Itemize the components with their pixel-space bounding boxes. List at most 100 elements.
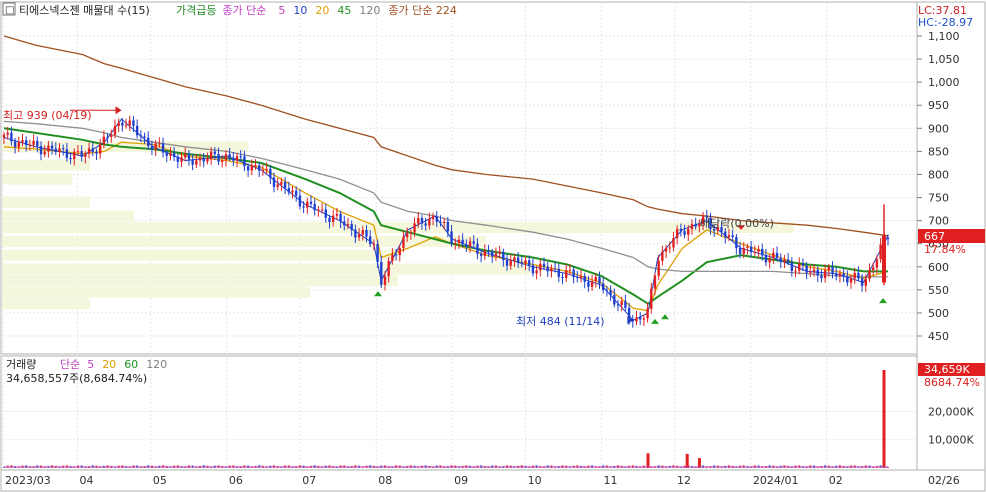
candle-body	[50, 145, 54, 149]
candle-body	[465, 244, 468, 247]
candle-body	[54, 148, 57, 152]
vol-y-tick-0: 20,000K	[928, 405, 974, 418]
candle-body	[879, 244, 882, 260]
candle-body	[147, 137, 150, 147]
candle-body	[435, 216, 438, 222]
candle-body	[354, 229, 357, 238]
volume-profile-bin	[2, 173, 73, 185]
legend-item-7[interactable]: 종가 단순 224	[388, 4, 456, 17]
y-tick-12: 500	[928, 307, 949, 320]
candle-body	[6, 132, 9, 135]
legend-item-3[interactable]: 10	[293, 4, 307, 17]
candle-body	[150, 146, 154, 150]
candle-body	[21, 140, 24, 143]
volume-profile-bin	[2, 222, 794, 234]
candle-body	[454, 242, 457, 244]
candle-body	[820, 275, 823, 279]
candle-body	[58, 148, 61, 152]
volume-legend-item-2[interactable]: 20	[102, 358, 116, 371]
candle-body	[343, 221, 346, 226]
candle-body	[258, 165, 261, 171]
candle-body	[228, 154, 231, 158]
candle-body	[380, 261, 383, 285]
candle-body	[638, 317, 642, 320]
volume-legend-item-1[interactable]: 5	[87, 358, 94, 371]
candle-body	[217, 153, 220, 162]
candle-body	[47, 145, 50, 152]
volume-profile-bin	[2, 235, 486, 247]
candle-body	[143, 136, 146, 138]
candle-body	[446, 221, 450, 232]
candle-body	[816, 269, 819, 276]
candle-body	[646, 308, 649, 319]
candle-body	[243, 156, 246, 167]
candle-body	[221, 160, 224, 162]
candle-body	[613, 295, 616, 305]
legend-item-0[interactable]: 가격급등	[176, 4, 216, 17]
candle-body	[169, 153, 172, 156]
candle-body	[224, 154, 228, 161]
candle-body	[687, 228, 690, 235]
candle-body	[498, 251, 501, 254]
legend-item-2[interactable]: 5	[278, 4, 285, 17]
legend-item-5[interactable]: 45	[337, 4, 351, 17]
candle-body	[542, 263, 546, 267]
x-tick-12: 02/26	[928, 474, 960, 487]
candle-body	[661, 251, 664, 261]
candle-body	[439, 221, 442, 223]
candle-body	[161, 143, 165, 153]
candle-body	[202, 157, 205, 162]
candle-body	[764, 255, 768, 263]
legend-item-1[interactable]: 종가 단순	[222, 4, 266, 17]
volume-legend-item-3[interactable]: 60	[124, 358, 138, 371]
volume-legend-item-4[interactable]: 120	[146, 358, 167, 371]
y-tick-3: 950	[928, 99, 949, 112]
y-tick-11: 550	[928, 284, 949, 297]
price-panel-frame	[0, 1, 918, 355]
candle-body	[261, 170, 265, 172]
candle-body	[291, 190, 294, 193]
candle-body	[550, 268, 553, 272]
candle-body	[383, 276, 387, 285]
candle-body	[442, 221, 446, 223]
y-tick-10: 600	[928, 261, 949, 274]
candle-body	[620, 301, 623, 306]
candle-body	[298, 195, 302, 207]
candle-body	[209, 151, 213, 159]
legend-item-4[interactable]: 20	[315, 4, 329, 17]
candle-body	[842, 273, 845, 277]
candle-body	[154, 143, 157, 150]
candle-body	[576, 276, 579, 278]
candle-body	[546, 266, 549, 272]
candle-body	[616, 304, 620, 306]
candle-body	[405, 233, 409, 238]
candle-body	[572, 269, 575, 277]
stock-chart: 1,1001,0501,0009509008508007507006506005…	[0, 1, 986, 492]
candle-body	[520, 262, 524, 264]
legend-item-6[interactable]: 120	[359, 4, 380, 17]
candle-body	[775, 252, 779, 258]
candle-body	[350, 223, 353, 230]
x-tick-3: 06	[229, 474, 243, 487]
candle-body	[409, 232, 413, 234]
candle-body	[868, 269, 871, 279]
volume-legend-item-0[interactable]: 단순	[60, 358, 80, 371]
volume-spike-bar	[646, 453, 650, 468]
candle-body	[287, 188, 291, 193]
candle-body	[420, 218, 424, 224]
candle-body	[601, 283, 605, 290]
candle-body	[346, 223, 350, 226]
candle-body	[598, 276, 601, 284]
x-tick-2: 05	[153, 474, 167, 487]
candle-body	[424, 223, 427, 226]
candle-body	[450, 231, 453, 244]
candle-body	[254, 165, 257, 167]
candle-body	[724, 231, 727, 238]
x-tick-11: 02	[829, 474, 843, 487]
candle-body	[398, 248, 401, 256]
candle-body	[272, 177, 276, 187]
y-tick-1: 1,050	[928, 53, 960, 66]
candle-body	[491, 251, 494, 257]
volume-profile-bin	[2, 263, 530, 275]
candle-body	[846, 276, 849, 283]
